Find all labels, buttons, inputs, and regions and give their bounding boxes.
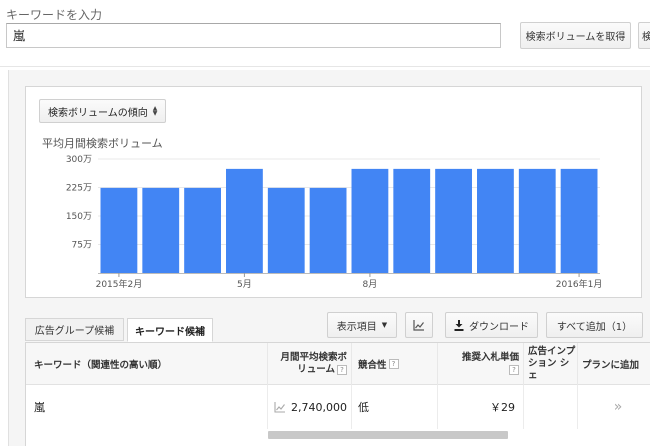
tab-adgroup-ideas[interactable]: 広告グループ候補 (25, 318, 124, 341)
cell-volume-value: 2,740,000 (291, 400, 347, 414)
x-tick-label: 2016年1月 (556, 278, 603, 290)
y-tick-label: 75万 (72, 241, 92, 251)
chart-bar[interactable] (267, 187, 305, 273)
header-volume-line2: リューム (297, 364, 335, 375)
header-add-to-plan: プランに追加 (582, 360, 640, 371)
cell-suggested-bid: ￥29 (438, 385, 524, 429)
chart-toggle-button[interactable] (405, 312, 433, 338)
table-row: 嵐 2,740,000 低 ￥29 » (26, 385, 650, 429)
header-competition[interactable]: 競合性? (352, 343, 438, 385)
header-share-line1: 広告インプ (528, 346, 576, 357)
top-divider (0, 66, 650, 67)
help-icon[interactable]: ? (509, 364, 519, 375)
chart-bar[interactable] (184, 187, 221, 273)
search-volume-chart-card: 検索ボリュームの傾向 ▲ ▼ 平均月間検索ボリューム 75万 150万 225万 300… (25, 86, 642, 298)
y-tick-label: 225万 (66, 184, 92, 194)
chart-bar[interactable] (226, 168, 263, 273)
columns-button[interactable]: 表示項目 ▼ (327, 312, 397, 338)
chart-bar[interactable] (560, 168, 598, 273)
help-icon[interactable]: ? (337, 364, 347, 375)
chart-bar[interactable] (142, 187, 180, 273)
caret-down-icon: ▼ (381, 321, 388, 329)
columns-button-label: 表示項目 (336, 321, 377, 333)
header-share-line2: ション シェ (528, 358, 570, 381)
x-tick-label: 2015年2月 (96, 278, 143, 290)
add-to-plan-button[interactable]: » (578, 385, 650, 429)
y-tick-label: 150万 (66, 212, 92, 222)
chart-bar[interactable] (309, 187, 347, 273)
chart-bar[interactable] (393, 168, 431, 273)
keyword-input[interactable] (6, 23, 501, 48)
header-keyword[interactable]: キーワード（関連性の高い順） (26, 343, 268, 385)
horizontal-scrollbar[interactable] (268, 431, 508, 439)
volume-bar-chart: 75万 150万 225万 300万 2015年2月 5月 8月 2016年1月 (66, 155, 603, 290)
download-button[interactable]: ダウンロード (445, 312, 538, 338)
header-ad-impression-share[interactable]: 広告インプ ション シェ (524, 343, 578, 385)
add-all-button[interactable]: すべて追加（1） (546, 312, 643, 338)
truncated-button[interactable]: 検 (638, 22, 650, 49)
tab-keyword-ideas[interactable]: キーワード候補 (127, 318, 213, 342)
header-bid-line1: 推奨入札単価 (461, 352, 519, 363)
chart-bar[interactable] (100, 187, 138, 273)
download-icon (454, 319, 464, 331)
y-tick-label: 300万 (66, 155, 92, 165)
chart-bar[interactable] (351, 168, 389, 273)
header-bid-text: 推奨入札単価 ? (462, 352, 519, 376)
cell-keyword: 嵐 (26, 385, 268, 429)
help-icon[interactable]: ? (388, 359, 399, 369)
header-volume-text: 月間平均検索ボ リューム? (280, 352, 347, 376)
line-chart-icon (413, 319, 424, 331)
table-header: キーワード（関連性の高い順） 月間平均検索ボ リューム? 競合性? 推奨入札単価… (26, 343, 650, 385)
chart-bar[interactable] (435, 168, 472, 273)
header-volume-line1: 月間平均検索ボ (280, 352, 347, 363)
header-competition-label: 競合性 (358, 360, 387, 371)
x-tick-label: 5月 (237, 279, 252, 290)
header-avg-monthly-searches[interactable]: 月間平均検索ボ リューム? (268, 343, 352, 385)
keyword-ideas-table: キーワード（関連性の高い順） 月間平均検索ボ リューム? 競合性? 推奨入札単価… (25, 342, 650, 446)
cell-impression-share (524, 385, 578, 429)
download-button-label: ダウンロード (469, 321, 529, 333)
cell-volume: 2,740,000 (268, 385, 352, 429)
get-search-volume-button[interactable]: 検索ボリュームを取得 (520, 22, 631, 49)
chart-bar[interactable] (518, 168, 556, 273)
header-suggested-bid[interactable]: 推奨入札単価 ? (438, 343, 524, 385)
x-tick-label: 8月 (363, 279, 378, 290)
cell-competition: 低 (352, 385, 438, 429)
keyword-input-label: キーワードを入力 (6, 8, 103, 22)
trend-chart-icon[interactable] (274, 401, 286, 413)
chart-bar[interactable] (477, 168, 514, 273)
